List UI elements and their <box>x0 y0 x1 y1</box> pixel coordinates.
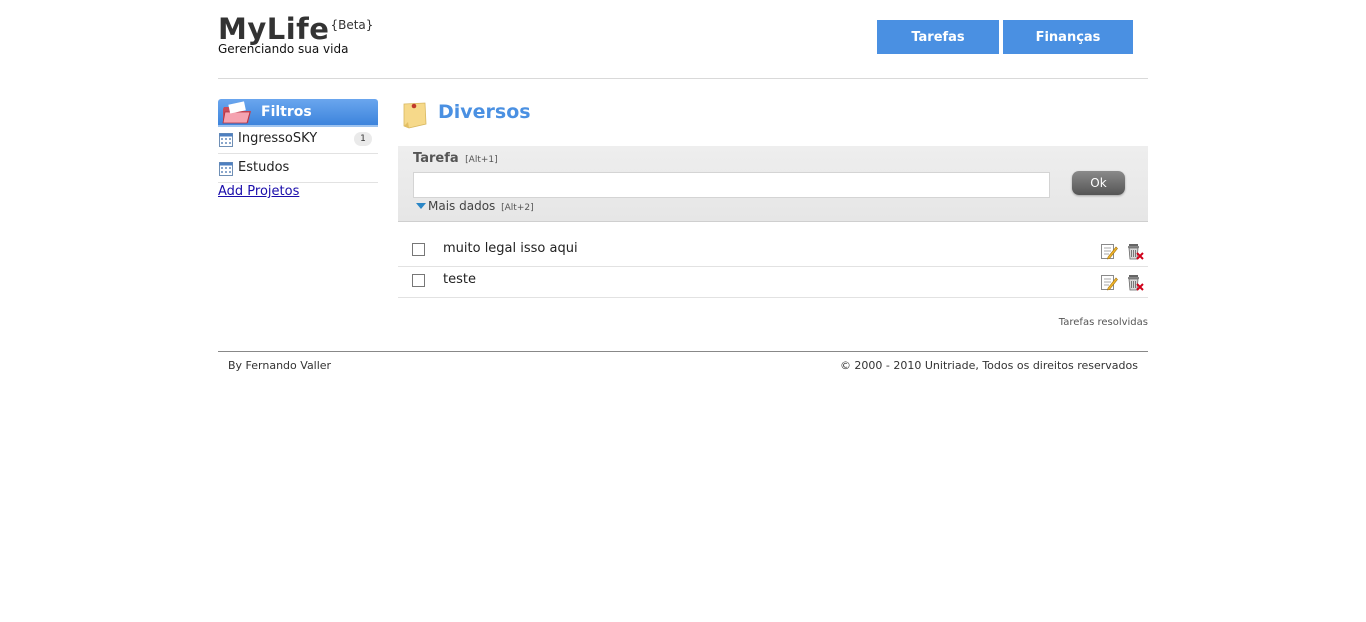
page-title: Diversos <box>438 101 531 123</box>
sidebar: Filtros IngressoSKY 1 Estudos Add Projet… <box>218 99 378 199</box>
footer-copyright: © 2000 - 2010 Unitriade, Todos os direit… <box>839 359 1138 372</box>
app-subtitle: Gerenciando sua vida <box>218 42 349 56</box>
sticky-note-icon <box>403 102 427 129</box>
nav-financas-button[interactable]: Finanças <box>1003 20 1133 54</box>
folder-icon <box>222 101 251 124</box>
task-list: muito legal isso aqui teste <box>398 236 1148 298</box>
new-task-form: Tarefa [Alt+1] Ok Mais dados [Alt+2] <box>398 146 1148 222</box>
tarefa-shortcut-hint: [Alt+1] <box>465 155 498 165</box>
tarefas-resolvidas-link[interactable]: Tarefas resolvidas <box>1059 317 1148 328</box>
edit-icon[interactable] <box>1100 242 1118 260</box>
tarefa-label: Tarefa [Alt+1] <box>413 151 498 166</box>
mais-dados-toggle[interactable]: Mais dados [Alt+2] <box>416 199 534 213</box>
app-title: MyLife <box>218 12 330 46</box>
page-header: MyLife{Beta} Gerenciando sua vida Tarefa… <box>218 0 1148 79</box>
beta-label: {Beta} <box>330 18 374 32</box>
task-text: teste <box>443 272 476 287</box>
calendar-icon <box>219 162 233 176</box>
delete-icon[interactable] <box>1126 273 1144 291</box>
logo: MyLife{Beta} Gerenciando sua vida <box>218 12 374 56</box>
task-checkbox[interactable] <box>412 274 425 287</box>
triangle-down-icon <box>416 203 426 209</box>
add-projetos-link[interactable]: Add Projetos <box>218 184 378 199</box>
project-header: Diversos <box>398 97 1148 137</box>
project-count-badge: 1 <box>354 132 372 146</box>
task-input[interactable] <box>413 172 1050 198</box>
filtros-header: Filtros <box>218 99 378 127</box>
calendar-icon <box>219 133 233 147</box>
project-name: Estudos <box>238 160 290 175</box>
ok-button[interactable]: Ok <box>1072 171 1125 195</box>
project-name: IngressoSKY <box>238 131 318 146</box>
top-nav: Tarefas Finanças <box>877 20 1133 54</box>
task-row: muito legal isso aqui <box>398 236 1148 267</box>
task-text: muito legal isso aqui <box>443 241 578 256</box>
tarefa-label-text: Tarefa <box>413 151 459 166</box>
filtros-title: Filtros <box>261 104 312 120</box>
nav-tarefas-button[interactable]: Tarefas <box>877 20 999 54</box>
mais-dados-label: Mais dados <box>428 199 496 213</box>
mais-dados-shortcut-hint: [Alt+2] <box>501 203 534 213</box>
task-row: teste <box>398 267 1148 298</box>
page-footer: By Fernando Valler © 2000 - 2010 Unitria… <box>218 351 1148 381</box>
task-checkbox[interactable] <box>412 243 425 256</box>
edit-icon[interactable] <box>1100 273 1118 291</box>
delete-icon[interactable] <box>1126 242 1144 260</box>
footer-author: By Fernando Valler <box>228 359 332 372</box>
project-item-estudos[interactable]: Estudos <box>218 154 378 183</box>
project-item-ingressosky[interactable]: IngressoSKY 1 <box>218 125 378 154</box>
main-content: Diversos Tarefa [Alt+1] Ok Mais dados [A… <box>398 97 1148 328</box>
